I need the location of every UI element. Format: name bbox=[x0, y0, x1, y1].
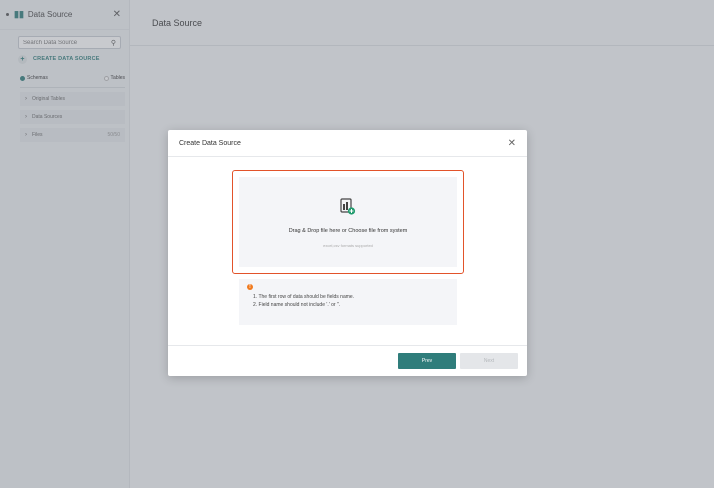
prev-button[interactable]: Prev bbox=[398, 353, 456, 369]
warning-icon: ! bbox=[247, 284, 253, 290]
note-line: 1. The first row of data should be field… bbox=[253, 294, 355, 300]
dropzone-hint: excel,csv formats supported bbox=[323, 243, 373, 248]
modal-header: Create Data Source ✕ bbox=[168, 130, 527, 157]
next-button[interactable]: Next bbox=[460, 353, 518, 369]
note-line: 2. Field name should not include '.' or … bbox=[253, 302, 341, 308]
file-upload-icon bbox=[340, 198, 356, 216]
create-data-source-modal: Create Data Source ✕ Drag & Drop file he… bbox=[168, 130, 527, 376]
dropzone-text: Drag & Drop file here or Choose file fro… bbox=[288, 228, 408, 234]
modal-footer: Prev Next bbox=[168, 345, 527, 376]
file-dropzone[interactable]: Drag & Drop file here or Choose file fro… bbox=[239, 177, 457, 267]
upload-notes: ! 1. The first row of data should be fie… bbox=[239, 279, 457, 325]
modal-title: Create Data Source bbox=[179, 139, 241, 147]
close-icon[interactable]: ✕ bbox=[508, 138, 516, 149]
